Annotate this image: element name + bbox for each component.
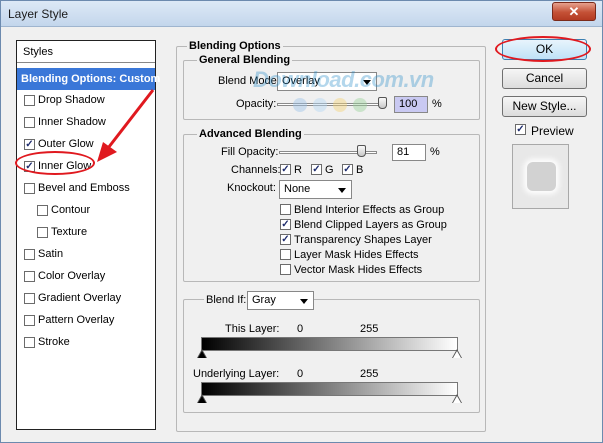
inner-shadow-checkbox[interactable]	[24, 117, 35, 128]
ok-highlight-ellipse	[495, 36, 591, 62]
layer-mask-label: Layer Mask Hides Effects	[294, 249, 419, 261]
window-title: Layer Style	[8, 7, 69, 21]
knockout-select[interactable]: None	[279, 180, 352, 199]
decor-dot	[293, 98, 307, 112]
this-layer-label: This Layer:	[225, 323, 280, 335]
fill-opacity-slider-thumb[interactable]	[357, 145, 366, 157]
style-item-contour[interactable]: Contour	[17, 199, 155, 221]
decor-dot	[333, 98, 347, 112]
underlying-layer-gradient[interactable]	[201, 382, 458, 396]
blend-clipped-label: Blend Clipped Layers as Group	[294, 219, 447, 231]
channel-b-label: B	[356, 164, 364, 176]
title-bar[interactable]: Layer Style ✕	[1, 1, 602, 27]
pattern-overlay-checkbox[interactable]	[24, 315, 35, 326]
style-item-color-overlay[interactable]: Color Overlay	[17, 265, 155, 287]
blend-interior-label: Blend Interior Effects as Group	[294, 204, 445, 216]
transparency-shapes-checkbox[interactable]: ✓	[280, 234, 291, 245]
this-layer-black-handle-fill	[198, 351, 206, 358]
opacity-unit: %	[432, 98, 442, 110]
outer-glow-checkbox[interactable]: ✓	[24, 139, 35, 150]
blend-clipped-checkbox[interactable]: ✓	[280, 219, 291, 230]
drop-shadow-checkbox[interactable]	[24, 95, 35, 106]
opacity-input[interactable]: 100	[394, 96, 428, 113]
layer-mask-checkbox[interactable]	[280, 249, 291, 260]
transparency-shapes-label: Transparency Shapes Layer	[294, 234, 432, 246]
channels-label: Channels:	[231, 164, 281, 176]
styles-header: Styles	[17, 41, 155, 63]
preview-checkbox[interactable]: ✓	[515, 124, 526, 135]
chevron-down-icon	[338, 188, 346, 193]
layer-style-dialog: Layer Style ✕ Styles Blending Options: C…	[0, 0, 603, 443]
chevron-down-icon	[300, 299, 308, 304]
channel-r-checkbox[interactable]: ✓	[280, 164, 291, 175]
vector-mask-label: Vector Mask Hides Effects	[294, 264, 423, 276]
new-style-button[interactable]: New Style...	[502, 96, 587, 117]
blending-options-title: Blending Options	[187, 40, 283, 52]
preview-label: Preview	[531, 124, 574, 138]
channel-g-label: G	[325, 164, 334, 176]
texture-checkbox[interactable]	[37, 227, 48, 238]
style-item-stroke[interactable]: Stroke	[17, 331, 155, 353]
underlying-white-handle-fill	[453, 396, 461, 403]
style-item-gradient-overlay[interactable]: Gradient Overlay	[17, 287, 155, 309]
style-item-texture[interactable]: Texture	[17, 221, 155, 243]
contour-checkbox[interactable]	[37, 205, 48, 216]
this-layer-white-handle-fill	[453, 351, 461, 358]
underlying-black-handle-fill	[198, 396, 206, 403]
this-layer-min: 0	[297, 323, 304, 335]
satin-checkbox[interactable]	[24, 249, 35, 260]
bevel-emboss-checkbox[interactable]	[24, 183, 35, 194]
underlying-layer-label: Underlying Layer:	[193, 368, 280, 380]
style-item-pattern-overlay[interactable]: Pattern Overlay	[17, 309, 155, 331]
decor-dot	[353, 98, 367, 112]
gradient-overlay-checkbox[interactable]	[24, 293, 35, 304]
style-item-bevel-emboss[interactable]: Bevel and Emboss	[17, 177, 155, 199]
fill-opacity-input[interactable]: 81	[392, 144, 426, 161]
inner-glow-highlight-ellipse	[15, 151, 95, 175]
close-button[interactable]: ✕	[552, 2, 596, 21]
advanced-blending-title: Advanced Blending	[197, 128, 304, 140]
stroke-checkbox[interactable]	[24, 337, 35, 348]
fill-opacity-unit: %	[430, 146, 440, 158]
channel-b-checkbox[interactable]: ✓	[342, 164, 353, 175]
channel-g-checkbox[interactable]: ✓	[311, 164, 322, 175]
color-overlay-checkbox[interactable]	[24, 271, 35, 282]
blend-interior-checkbox[interactable]	[280, 204, 291, 215]
annotation-arrow	[97, 89, 155, 162]
channel-r-label: R	[294, 164, 302, 176]
underlying-layer-max: 255	[360, 368, 379, 380]
blend-if-select[interactable]: Gray	[247, 291, 314, 310]
decor-dot	[313, 98, 327, 112]
this-layer-max: 255	[360, 323, 379, 335]
cancel-button[interactable]: Cancel	[502, 68, 587, 89]
opacity-slider-thumb[interactable]	[378, 97, 387, 109]
style-item-satin[interactable]: Satin	[17, 243, 155, 265]
opacity-label: Opacity:	[236, 98, 277, 110]
preview-swatch	[527, 162, 556, 191]
fill-opacity-label: Fill Opacity:	[221, 146, 279, 158]
this-layer-gradient[interactable]	[201, 337, 458, 351]
watermark-text: Download.com.vn	[253, 67, 434, 92]
preview-thumbnail	[512, 144, 569, 209]
underlying-layer-min: 0	[297, 368, 304, 380]
knockout-label: Knockout:	[227, 182, 276, 194]
blend-if-label: Blend If:	[204, 294, 249, 306]
vector-mask-checkbox[interactable]	[280, 264, 291, 275]
general-blending-title: General Blending	[197, 54, 293, 66]
